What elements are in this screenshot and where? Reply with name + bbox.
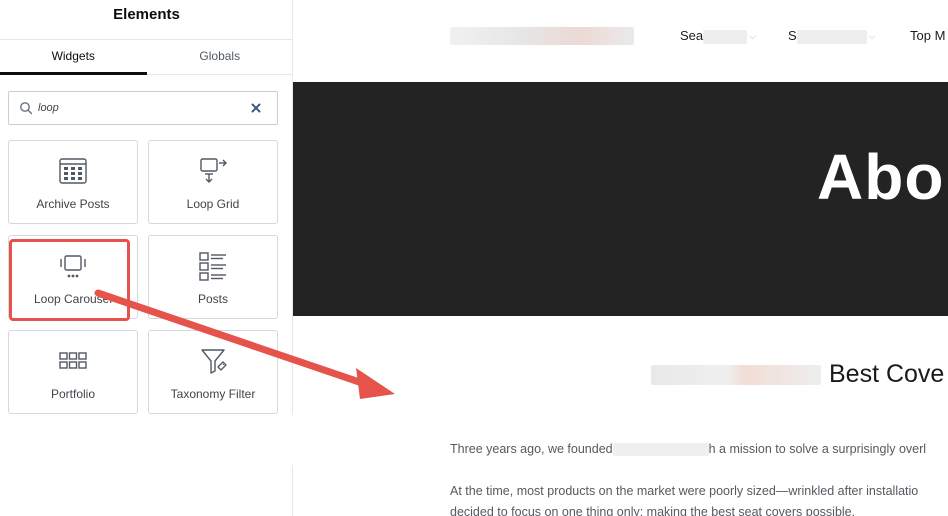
- search-icon: [20, 102, 33, 115]
- widget-taxonomy-filter[interactable]: Taxonomy Filter: [148, 330, 278, 414]
- widget-loop-grid[interactable]: Loop Grid: [148, 140, 278, 224]
- paragraph-text: decided to focus on one thing only: maki…: [450, 505, 856, 516]
- paragraph-text: h a mission to solve a surprisingly over…: [708, 442, 927, 456]
- widget-label: Posts: [197, 292, 228, 306]
- posts-icon: [199, 252, 226, 281]
- paragraph-text: Three years ago, we founded: [450, 442, 613, 456]
- highlight-annotation: [9, 239, 130, 321]
- tab-widgets[interactable]: Widgets: [0, 40, 147, 75]
- nav-label: Sea: [680, 28, 704, 43]
- panel-title: Elements: [113, 6, 180, 23]
- nav-item-top[interactable]: Top M: [910, 28, 945, 43]
- site-header: Sea ⌵ S ⌵ Top M: [293, 0, 948, 82]
- search-input[interactable]: [38, 98, 248, 118]
- chevron-down-icon: ⌵: [868, 31, 876, 42]
- widget-label: Taxonomy Filter: [170, 387, 256, 401]
- nav-label: Top M: [910, 28, 946, 43]
- widget-posts[interactable]: Posts: [148, 235, 278, 319]
- archive-posts-icon: [59, 158, 87, 184]
- paragraph-2: At the time, most products on the market…: [450, 484, 918, 498]
- paragraph-3: decided to focus on one thing only: maki…: [450, 505, 855, 516]
- nav-label: S: [788, 28, 797, 43]
- subheading-text: Best Cove: [829, 360, 945, 388]
- tab-globals[interactable]: Globals: [147, 40, 294, 74]
- loop-grid-icon: [200, 158, 227, 183]
- widget-search: [8, 91, 278, 125]
- redacted-text: [703, 29, 748, 44]
- redacted-text: [612, 443, 709, 457]
- elements-panel: Elements Widgets Globals Archive Posts: [0, 0, 293, 516]
- portfolio-icon: [59, 352, 87, 369]
- widget-portfolio[interactable]: Portfolio: [8, 330, 138, 414]
- site-logo-redacted: [450, 27, 634, 45]
- nav-item-sea[interactable]: Sea ⌵: [680, 28, 756, 44]
- clear-search-icon[interactable]: [249, 101, 263, 115]
- widget-archive-posts[interactable]: Archive Posts: [8, 140, 138, 224]
- panel-tabs: Widgets Globals: [0, 39, 293, 75]
- widget-label: Loop Grid: [186, 197, 240, 211]
- chevron-down-icon: ⌵: [749, 31, 756, 42]
- page-preview: Sea⌵ S⌵ Top M Abou Best Cove Three years…: [293, 0, 948, 516]
- paragraph-text: At the time, most products on the market…: [450, 484, 919, 498]
- section-subheading: Best Cove: [651, 360, 944, 390]
- taxonomy-filter-icon: [201, 349, 227, 374]
- hero-title: Abou: [817, 141, 948, 213]
- nav-item-s[interactable]: S ⌵: [788, 28, 876, 44]
- widget-label: Portfolio: [50, 387, 96, 401]
- redacted-text: [796, 29, 867, 44]
- hero-banner: Abou: [293, 82, 948, 316]
- paragraph-1: Three years ago, we founded h a mission t…: [450, 442, 927, 457]
- widget-label: Archive Posts: [36, 197, 110, 211]
- redacted-brand-text: [651, 365, 821, 386]
